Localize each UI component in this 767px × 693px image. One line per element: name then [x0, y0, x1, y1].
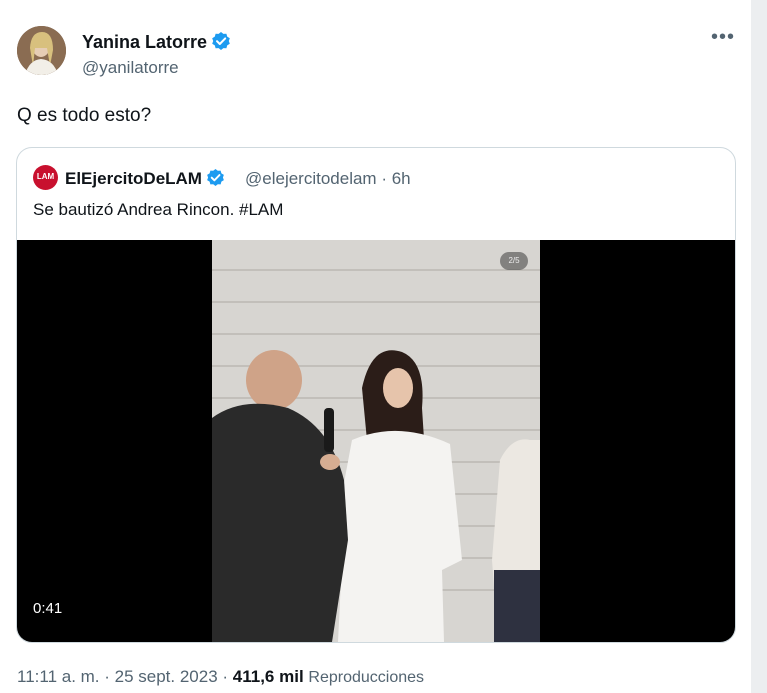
- quoted-handle-time[interactable]: @elejercitodelam · 6h: [245, 169, 411, 189]
- video-player[interactable]: 2/5 0:41: [17, 240, 735, 642]
- quoted-tweet[interactable]: LAM ElEjercitoDeLAM @elejercitodelam · 6…: [16, 147, 736, 643]
- quoted-author-name[interactable]: ElEjercitoDeLAM: [65, 168, 225, 192]
- verified-badge-icon: [211, 31, 231, 56]
- quoted-avatar[interactable]: LAM: [33, 165, 58, 190]
- quoted-author-name-text[interactable]: ElEjercitoDeLAM: [65, 169, 202, 188]
- quoted-avatar-logo: LAM: [36, 172, 55, 181]
- author-avatar[interactable]: [17, 26, 66, 75]
- views-count: 411,6 mil: [232, 667, 304, 686]
- more-options-icon[interactable]: •••: [708, 27, 738, 52]
- verified-badge-icon: [206, 168, 225, 192]
- tweet-footer: 11:11 a. m. · 25 sept. 2023 · 411,6 mil …: [17, 667, 424, 687]
- scrollbar-track[interactable]: [751, 0, 767, 693]
- video-duration: 0:41: [33, 600, 63, 617]
- tweet[interactable]: Yanina Latorre @yanilatorre ••• Q es tod…: [0, 0, 751, 693]
- tweet-text: Q es todo esto?: [17, 105, 152, 126]
- slide-indicator: 2/5: [500, 252, 528, 270]
- author-handle[interactable]: @yanilatorre: [82, 58, 179, 78]
- author-name[interactable]: Yanina Latorre: [82, 31, 231, 56]
- quoted-text: Se bautizó Andrea Rincon. #LAM: [33, 200, 284, 219]
- video-frame: [212, 240, 540, 642]
- views-label: Reproducciones: [308, 669, 425, 686]
- timestamp[interactable]: 11:11 a. m. · 25 sept. 2023 ·: [17, 667, 233, 686]
- author-name-text[interactable]: Yanina Latorre: [82, 32, 207, 52]
